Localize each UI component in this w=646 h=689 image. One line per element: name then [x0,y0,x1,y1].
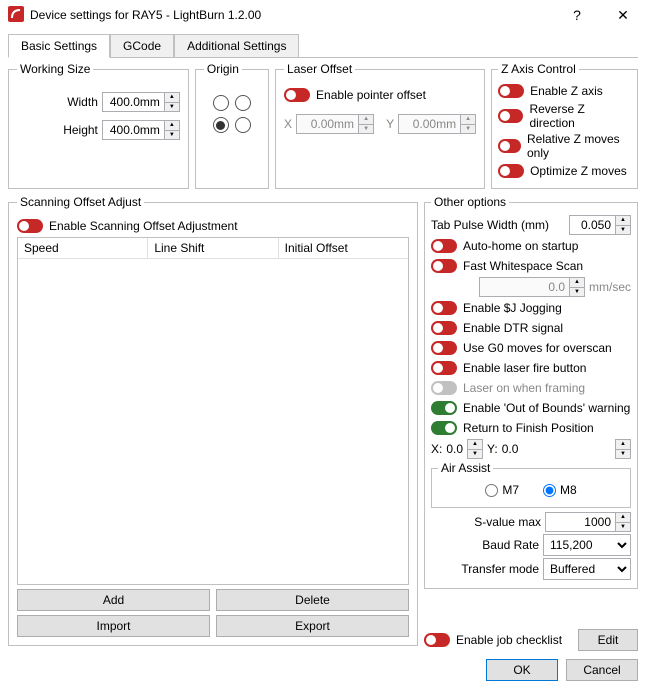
col-speed[interactable]: Speed [18,238,148,259]
out-of-bounds-toggle[interactable] [431,401,457,415]
height-input[interactable]: ▲▼ [102,120,180,140]
tab-additional-settings[interactable]: Additional Settings [174,34,299,57]
origin-bottom-right[interactable] [235,117,251,133]
return-finish-toggle[interactable] [431,421,457,435]
enable-pointer-offset-toggle[interactable] [284,88,310,102]
help-button[interactable]: ? [554,0,600,30]
dtr-toggle[interactable] [431,321,457,335]
baud-rate-select[interactable]: 115,200 [543,534,631,556]
edit-button[interactable]: Edit [578,629,638,651]
offset-x-label: X [284,117,292,131]
col-initial-offset[interactable]: Initial Offset [279,238,408,259]
finish-x-input[interactable]: ▲▼ [467,439,483,459]
close-button[interactable]: ✕ [600,0,646,30]
fast-whitespace-input: ▲▼ [479,277,585,297]
offset-y-input: ▲▼ [398,114,476,134]
laser-fire-toggle[interactable] [431,361,457,375]
z-axis-legend: Z Axis Control [498,62,579,76]
height-up-icon[interactable]: ▲ [165,121,179,131]
delete-button[interactable]: Delete [216,589,409,611]
g0-overscan-toggle[interactable] [431,341,457,355]
origin-legend: Origin [204,62,242,76]
working-size-legend: Working Size [17,62,93,76]
window-title: Device settings for RAY5 - LightBurn 1.2… [30,8,554,22]
scanning-offset-table[interactable]: Speed Line Shift Initial Offset [17,237,409,585]
reverse-z-toggle[interactable] [498,109,523,123]
finish-y-input[interactable]: ▲▼ [615,439,631,459]
fast-whitespace-toggle[interactable] [431,259,457,273]
air-assist-legend: Air Assist [438,461,493,475]
optimize-z-toggle[interactable] [498,164,524,178]
origin-top-left[interactable] [213,95,229,111]
other-options-legend: Other options [431,195,509,209]
cancel-button[interactable]: Cancel [566,659,638,681]
enable-scanning-offset-toggle[interactable] [17,219,43,233]
width-label: Width [67,95,98,109]
enable-z-toggle[interactable] [498,84,524,98]
origin-bottom-left[interactable] [213,117,229,133]
height-down-icon[interactable]: ▼ [165,131,179,140]
s-value-max-input[interactable]: ▲▼ [545,512,631,532]
laser-offset-legend: Laser Offset [284,62,355,76]
tab-pulse-width-input[interactable]: ▲▼ [569,215,631,235]
width-up-icon[interactable]: ▲ [165,93,179,103]
offset-x-input: ▲▼ [296,114,374,134]
enable-pointer-offset-label: Enable pointer offset [316,88,426,102]
tab-basic-settings[interactable]: Basic Settings [8,34,110,58]
scanning-offset-legend: Scanning Offset Adjust [17,195,144,209]
auto-home-toggle[interactable] [431,239,457,253]
job-checklist-toggle[interactable] [424,633,450,647]
origin-top-right[interactable] [235,95,251,111]
tab-gcode[interactable]: GCode [110,34,174,57]
col-line-shift[interactable]: Line Shift [148,238,278,259]
offset-y-label: Y [386,117,394,131]
width-down-icon[interactable]: ▼ [165,103,179,112]
relative-z-toggle[interactable] [498,139,521,153]
transfer-mode-select[interactable]: Buffered [543,558,631,580]
add-button[interactable]: Add [17,589,210,611]
m7-radio[interactable]: M7 [485,483,519,497]
export-button[interactable]: Export [216,615,409,637]
sj-jogging-toggle[interactable] [431,301,457,315]
app-icon [8,6,30,25]
width-input[interactable]: ▲▼ [102,92,180,112]
ok-button[interactable]: OK [486,659,558,681]
laser-on-framing-toggle [431,381,457,395]
m8-radio[interactable]: M8 [543,483,577,497]
height-label: Height [63,123,98,137]
import-button[interactable]: Import [17,615,210,637]
